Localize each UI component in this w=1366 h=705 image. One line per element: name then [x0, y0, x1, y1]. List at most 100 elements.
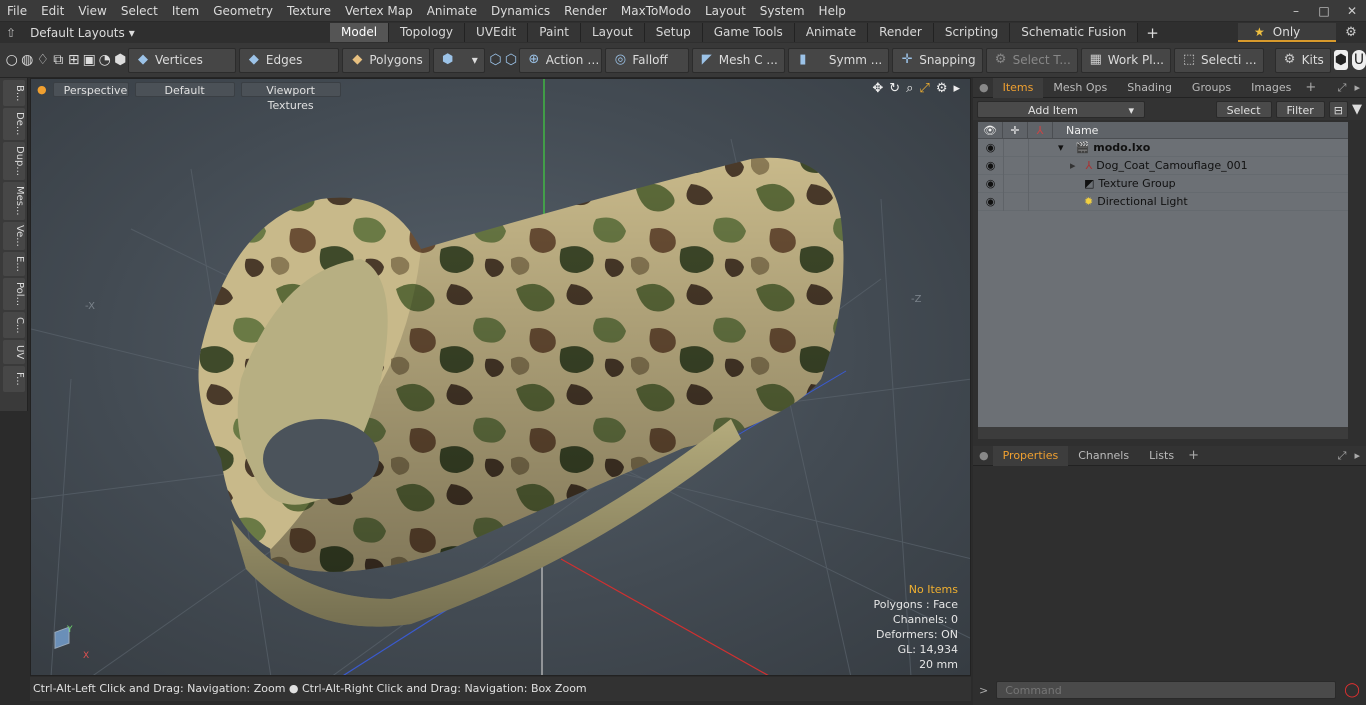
symmetry-button[interactable]: ▮ Symm ... — [787, 47, 890, 73]
menu-item[interactable]: Item — [165, 0, 206, 22]
menu-edit[interactable]: Edit — [34, 0, 71, 22]
lock-column-icon[interactable]: ✛ — [1003, 122, 1028, 138]
grid-icon[interactable]: ⊞ — [66, 48, 82, 73]
tab-items[interactable]: Items — [992, 77, 1044, 98]
eye-icon[interactable]: ◉ — [978, 141, 1003, 154]
globe-icon[interactable]: ◍ — [20, 48, 36, 73]
menu-vertex-map[interactable]: Vertex Map — [338, 0, 420, 22]
item-row-mesh[interactable]: ◉ ▸ ⅄ Dog_Coat_Camouflage_001 — [978, 156, 1348, 175]
3d-viewport[interactable]: -X -Z Y X ● Perspective Default Viewport… — [30, 78, 971, 676]
item-row-scene[interactable]: ◉ ▾ 🎬 modo.lxo — [978, 138, 1348, 157]
select-through-button[interactable]: ⚙ Select T... — [985, 47, 1078, 73]
vertices-button[interactable]: ◆ Vertices — [128, 47, 236, 73]
zoom-icon[interactable]: ⌕ — [906, 81, 913, 96]
left-tab-curve[interactable]: C... — [3, 312, 25, 338]
type-column-icon[interactable]: ⅄ — [1028, 122, 1053, 138]
menu-texture[interactable]: Texture — [280, 0, 338, 22]
gear-icon[interactable]: ⚙ — [1336, 25, 1366, 40]
fit-icon[interactable]: ⤢ — [919, 81, 929, 96]
work-plane-button[interactable]: ▦ Work Pl... — [1080, 47, 1171, 73]
action-button[interactable]: ⊕ Action… — [518, 47, 603, 73]
eye-icon[interactable]: ◉ — [978, 195, 1003, 208]
symmetry-y-icon[interactable]: ⬡ — [503, 48, 519, 73]
tab-paint[interactable]: Paint — [528, 23, 581, 42]
left-tab-duplicate[interactable]: Dup... — [3, 142, 25, 180]
viewport-menu-dot[interactable]: ● — [37, 83, 47, 96]
menu-help[interactable]: Help — [812, 0, 853, 22]
command-input[interactable] — [996, 681, 1337, 699]
tab-images[interactable]: Images — [1241, 78, 1301, 98]
square-icon[interactable]: ▣ — [82, 48, 98, 73]
kits-button[interactable]: ⚙ Kits — [1274, 47, 1331, 73]
tab-render[interactable]: Render — [868, 23, 934, 42]
falloff-button[interactable]: ◎ Falloff — [605, 47, 689, 73]
only-toggle[interactable]: ★ Only — [1238, 23, 1336, 42]
visibility-column-eye-icon[interactable]: 👁 — [978, 122, 1003, 138]
tab-animate[interactable]: Animate — [794, 23, 869, 42]
viewport-textures-button[interactable]: Viewport Textures — [240, 81, 341, 112]
tab-channels[interactable]: Channels — [1068, 446, 1139, 466]
menu-render[interactable]: Render — [557, 0, 614, 22]
left-tab-uv[interactable]: UV — [3, 340, 25, 364]
tab-layout[interactable]: Layout — [580, 23, 645, 42]
panel-menu-dot[interactable]: ● — [979, 81, 989, 94]
eye-icon[interactable]: ◉ — [978, 177, 1003, 190]
tab-topology[interactable]: Topology — [389, 23, 466, 42]
tab-model[interactable]: Model — [330, 23, 390, 42]
tab-game-tools[interactable]: Game Tools — [702, 23, 795, 42]
tab-lists[interactable]: Lists — [1139, 446, 1184, 466]
menu-geometry[interactable]: Geometry — [206, 0, 280, 22]
add-item-button[interactable]: Add Item ▾ — [977, 100, 1145, 118]
left-tab-fusion[interactable]: F... — [3, 366, 25, 392]
add-tab-icon[interactable]: + — [1138, 24, 1167, 42]
menu-dynamics[interactable]: Dynamics — [484, 0, 557, 22]
select-button[interactable]: Select — [1215, 100, 1272, 118]
mesh-constraint-button[interactable]: ◤ Mesh C ... — [691, 47, 785, 73]
perspective-button[interactable]: Perspective — [52, 81, 129, 97]
panel-menu-dot[interactable]: ● — [979, 449, 989, 462]
layout-selector[interactable]: ⇧ Default Layouts ▾ — [0, 22, 330, 43]
left-tab-edge[interactable]: E... — [3, 252, 25, 276]
menu-maxtomodo[interactable]: MaxToModo — [614, 0, 698, 22]
add-tab-icon[interactable]: + — [1188, 448, 1199, 463]
tab-setup[interactable]: Setup — [644, 23, 703, 42]
panel-chevron-icon[interactable]: ▸ — [1354, 449, 1360, 463]
unreal-icon[interactable]: U — [1351, 50, 1366, 70]
left-tab-vertex[interactable]: Ve... — [3, 222, 25, 250]
item-row-texture-group[interactable]: ◉ ◩ Texture Group — [978, 174, 1348, 193]
expand-icon[interactable]: ⤢ — [1338, 449, 1347, 463]
circle-select-icon[interactable]: ○ — [4, 48, 20, 73]
polygons-button[interactable]: ◆ Polygons — [342, 47, 430, 73]
tab-mesh-ops[interactable]: Mesh Ops — [1043, 78, 1117, 98]
record-icon[interactable]: ◯ — [1344, 682, 1360, 698]
orbit-icon[interactable]: ↻ — [889, 81, 900, 96]
tab-schematic-fusion[interactable]: Schematic Fusion — [1010, 23, 1139, 42]
menu-layout[interactable]: Layout — [698, 0, 753, 22]
menu-select[interactable]: Select — [114, 0, 165, 22]
tab-groups[interactable]: Groups — [1182, 78, 1241, 98]
item-mode-icon[interactable]: ⬢ — [113, 48, 129, 73]
rotate-icon[interactable]: ◔ — [97, 48, 113, 73]
close-icon[interactable]: ✕ — [1338, 4, 1366, 18]
tab-properties[interactable]: Properties — [992, 445, 1069, 466]
snapping-button[interactable]: ✛ Snapping — [892, 47, 983, 73]
panel-chevron-icon[interactable]: ▸ — [1354, 81, 1360, 95]
funnel-icon[interactable]: ▼ — [1352, 102, 1362, 117]
left-tab-basic[interactable]: B... — [3, 80, 25, 106]
viewport-gear-icon[interactable]: ⚙ — [936, 81, 948, 96]
menu-system[interactable]: System — [753, 0, 812, 22]
collapse-arrow-icon[interactable]: ▸ — [1070, 159, 1076, 172]
minimize-icon[interactable]: – — [1282, 4, 1310, 18]
unity-icon[interactable]: ⬢ — [1333, 50, 1348, 70]
maximize-icon[interactable]: □ — [1310, 4, 1338, 18]
left-tab-mesh-edit[interactable]: Mes... — [3, 182, 25, 220]
name-column-header[interactable]: Name — [1053, 122, 1098, 138]
filter-button[interactable]: Filter — [1275, 100, 1325, 118]
left-tab-polygon[interactable]: Pol... — [3, 278, 25, 310]
pen-icon[interactable]: ♢ — [35, 48, 51, 73]
expand-arrow-icon[interactable]: ▾ — [1058, 141, 1064, 154]
tab-uvedit[interactable]: UVEdit — [465, 23, 529, 42]
edges-button[interactable]: ◆ Edges — [238, 47, 340, 73]
menu-animate[interactable]: Animate — [420, 0, 484, 22]
material-button[interactable]: ⬢ ▾ — [432, 47, 485, 73]
